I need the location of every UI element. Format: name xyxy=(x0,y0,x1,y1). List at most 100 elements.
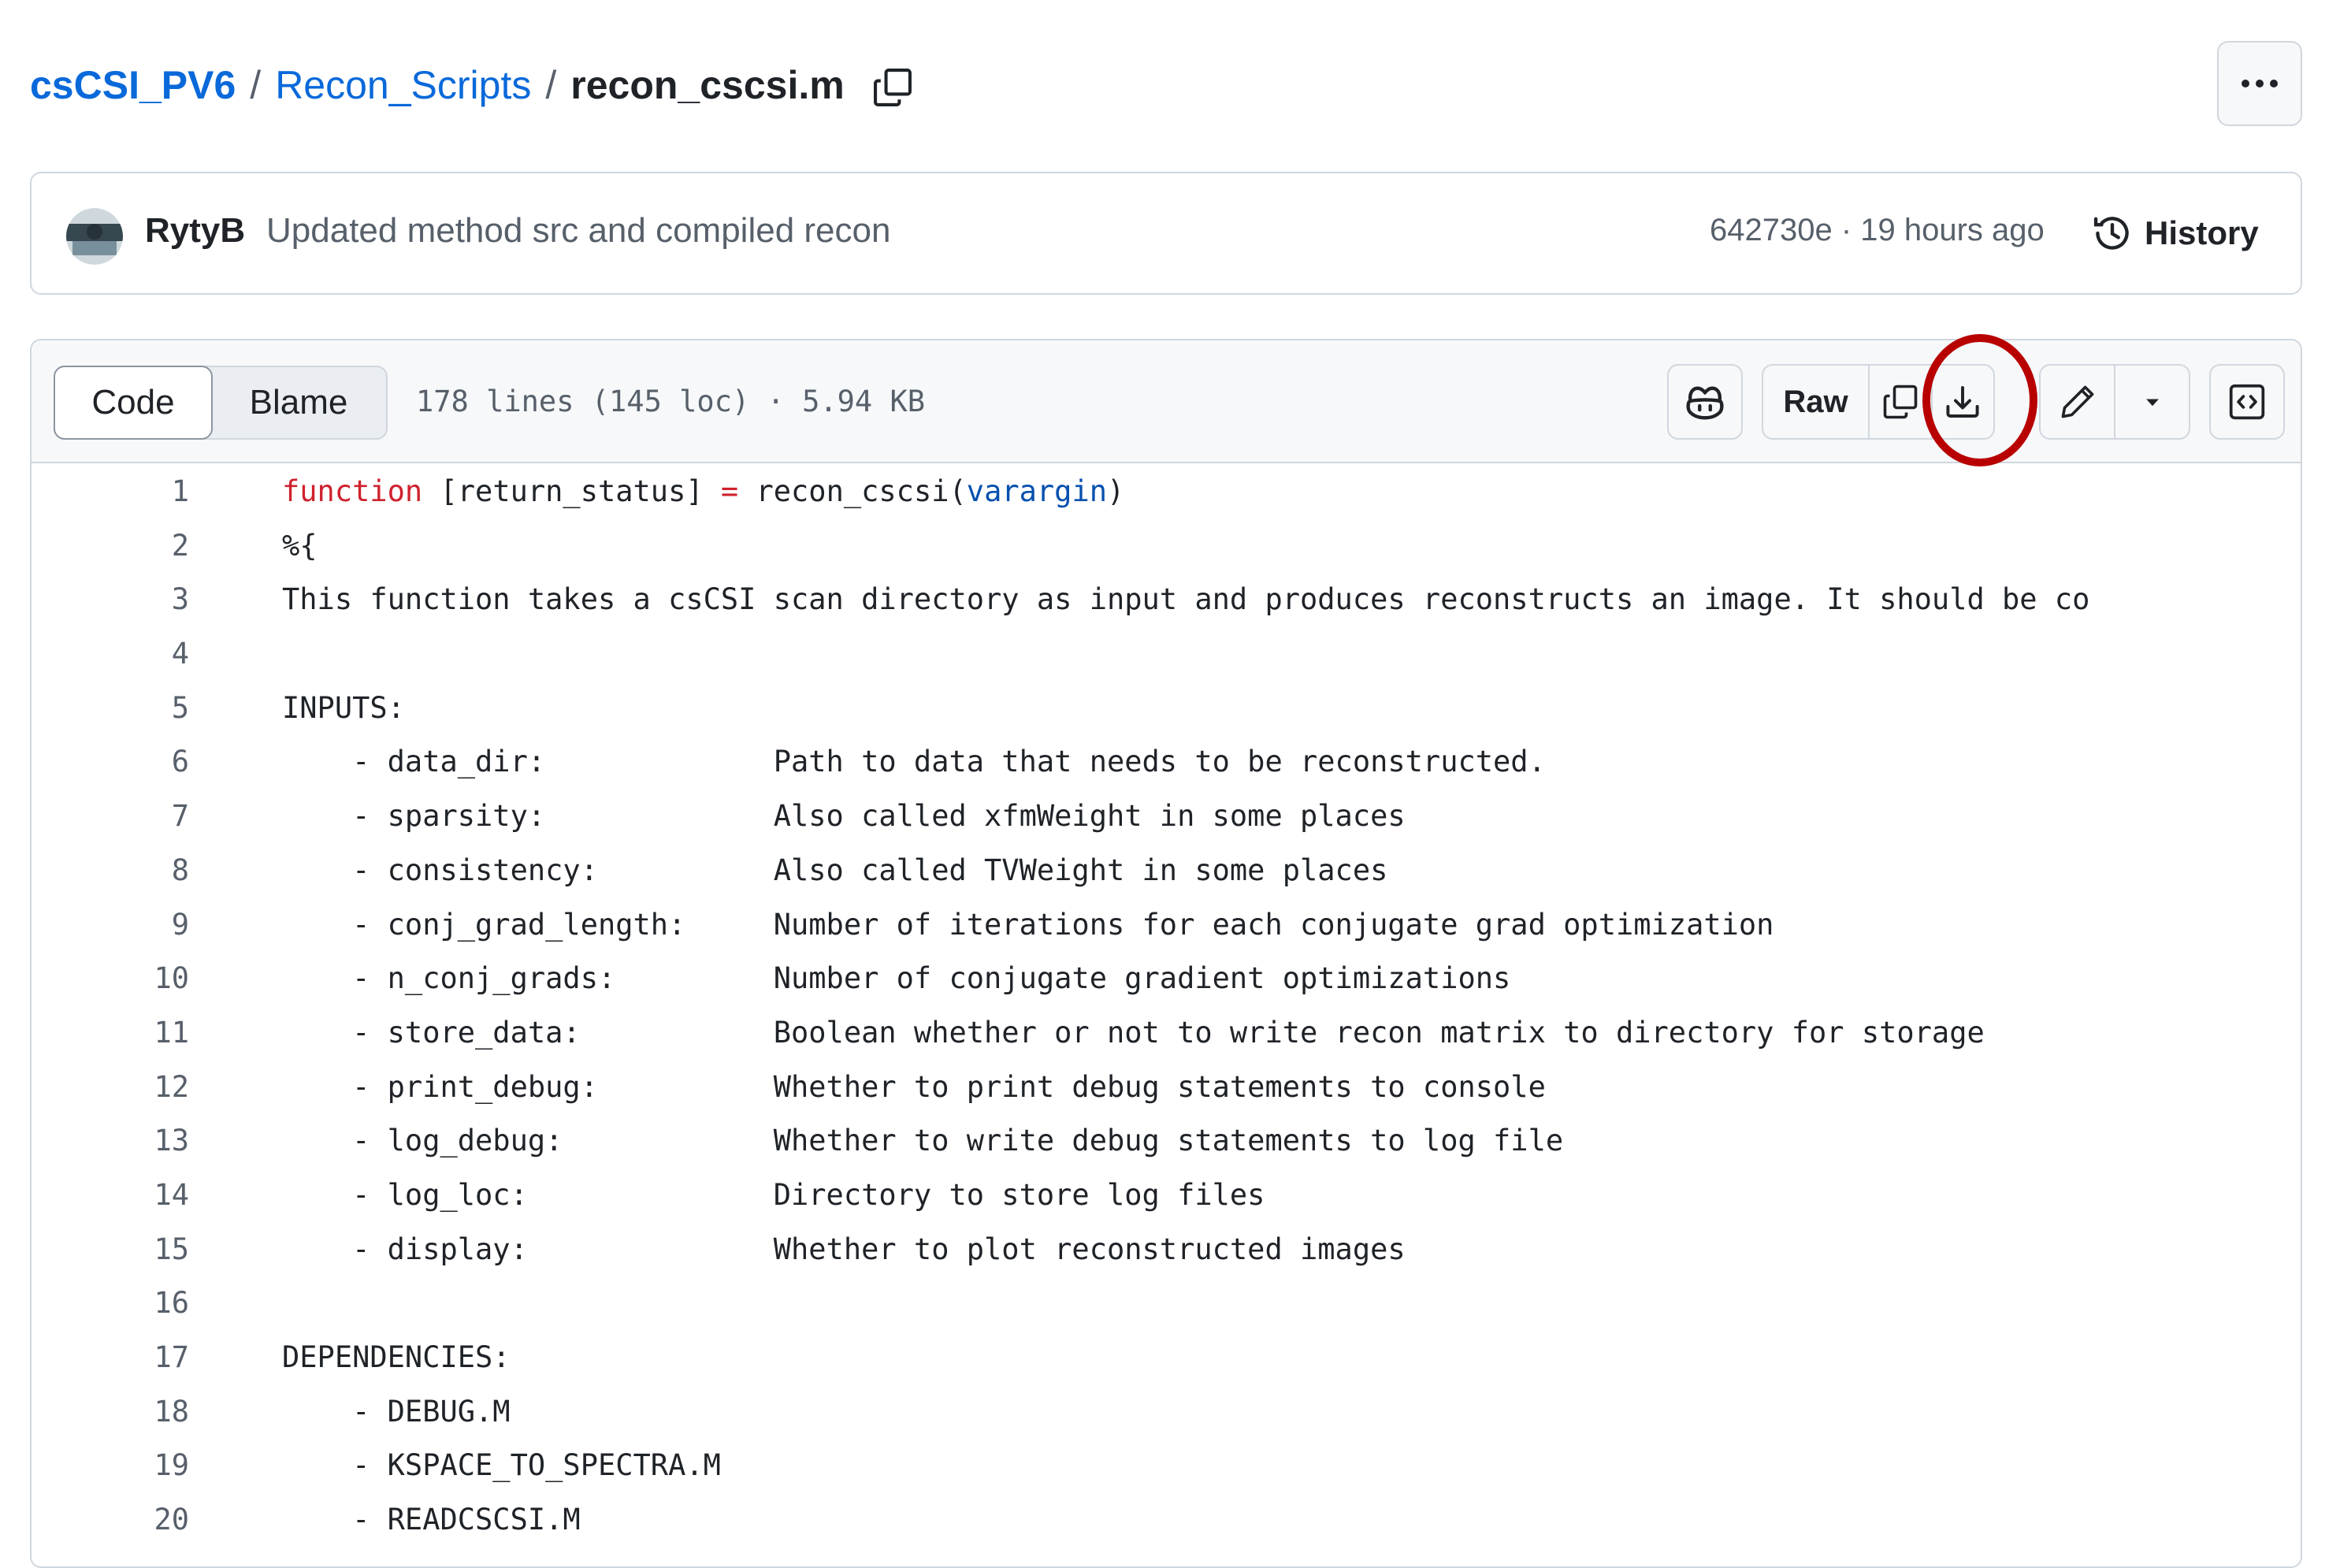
code-line: 18 - DEBUG.M xyxy=(32,1384,2301,1438)
code-line: 20 - READCSCSI.M xyxy=(32,1492,2301,1546)
code-token: recon_cscsi( xyxy=(738,474,967,508)
code-line: 13 - log_debug: Whether to write debug s… xyxy=(32,1113,2301,1167)
triangle-down-icon xyxy=(2145,399,2159,407)
symbols-panel-button[interactable] xyxy=(2209,364,2285,440)
kebab-horizontal-icon xyxy=(2242,80,2278,87)
breadcrumb-folder-link[interactable]: Recon_Scripts xyxy=(275,62,531,108)
avatar-image xyxy=(66,208,123,265)
line-number[interactable]: 7 xyxy=(32,799,189,833)
line-content: - KSPACE_TO_SPECTRA.M xyxy=(282,1448,721,1483)
file-info: 178 lines (145 loc) · 5.94 KB xyxy=(416,385,926,418)
code-line: 3 This function takes a csCSI scan direct… xyxy=(32,571,2301,626)
commit-meta[interactable]: 642730e · 19 hours ago xyxy=(1710,213,2045,248)
code-line: 4 xyxy=(32,626,2301,680)
edit-file-button[interactable] xyxy=(2041,366,2114,438)
line-number[interactable]: 18 xyxy=(32,1395,189,1429)
line-content: - data_dir: Path to data that needs to b… xyxy=(282,745,1546,779)
code-token: [return_status] xyxy=(422,474,721,508)
breadcrumb-repo-link[interactable]: csCSI_PV6 xyxy=(30,62,236,108)
code-line: 12 - print_debug: Whether to print debug… xyxy=(32,1059,2301,1113)
line-number[interactable]: 16 xyxy=(32,1286,189,1320)
builtin-varargin: varargin xyxy=(966,474,1108,508)
line-number[interactable]: 19 xyxy=(32,1448,189,1482)
code-line: 19 - KSPACE_TO_SPECTRA.M xyxy=(32,1437,2301,1492)
tab-code[interactable]: Code xyxy=(54,366,213,440)
code-line: 1 function [return_status] = recon_cscsi… xyxy=(32,463,2301,518)
avatar[interactable] xyxy=(66,208,123,265)
download-icon xyxy=(1946,386,1979,418)
edit-dropdown-button[interactable] xyxy=(2114,366,2189,438)
line-number[interactable]: 5 xyxy=(32,691,189,725)
code-token: ) xyxy=(1107,474,1125,508)
edit-button-group xyxy=(2039,364,2190,440)
code-line: 17 DEPENDENCIES: xyxy=(32,1329,2301,1384)
breadcrumb-separator: / xyxy=(545,63,557,107)
code-line: 9 - conj_grad_length: Number of iteratio… xyxy=(32,897,2301,951)
operator-token: = xyxy=(720,474,739,508)
code-line: 2 %{ xyxy=(32,518,2301,572)
line-content: - store_data: Boolean whether or not to … xyxy=(282,1015,1985,1050)
tab-blame[interactable]: Blame xyxy=(211,367,386,438)
copy-raw-button[interactable] xyxy=(1870,366,1930,438)
copilot-button[interactable] xyxy=(1667,364,1743,440)
history-button[interactable]: History xyxy=(2091,200,2259,266)
raw-button[interactable]: Raw xyxy=(1763,366,1870,438)
code-line: 16 xyxy=(32,1275,2301,1329)
line-content: - print_debug: Whether to print debug st… xyxy=(282,1069,1546,1104)
code-line: 14 - log_loc: Directory to store log fil… xyxy=(32,1167,2301,1221)
line-content: function [return_status] = recon_cscsi(v… xyxy=(282,474,2141,508)
line-number[interactable]: 9 xyxy=(32,908,189,942)
code-line: 5 INPUTS: xyxy=(32,680,2301,734)
file-header: Code Blame 178 lines (145 loc) · 5.94 KB… xyxy=(32,340,2301,463)
code-line: 15 - display: Whether to plot reconstruc… xyxy=(32,1221,2301,1276)
line-number[interactable]: 6 xyxy=(32,745,189,778)
line-number[interactable]: 3 xyxy=(32,582,189,616)
line-number[interactable]: 15 xyxy=(32,1232,189,1266)
line-content: - conj_grad_length: Number of iterations… xyxy=(282,907,1774,942)
pencil-icon xyxy=(2061,385,2093,418)
history-label: History xyxy=(2145,214,2259,251)
breadcrumb-separator: / xyxy=(250,63,262,107)
line-content: - sparsity: Also called xfmWeight in som… xyxy=(282,799,1406,834)
latest-commit-box: RytyB Updated method src and compiled re… xyxy=(30,172,2302,295)
code-line: 7 - sparsity: Also called xfmWeight in s… xyxy=(32,788,2301,842)
line-content: This function takes a csCSI scan directo… xyxy=(282,582,2090,617)
download-raw-button[interactable] xyxy=(1930,366,1993,438)
line-content: - DEBUG.M xyxy=(282,1394,511,1429)
breadcrumb: csCSI_PV6 / Recon_Scripts / recon_cscsi.… xyxy=(30,57,845,113)
line-content: - display: Whether to plot reconstructed… xyxy=(282,1232,1406,1266)
line-number[interactable]: 1 xyxy=(32,474,189,508)
line-number[interactable]: 8 xyxy=(32,853,189,887)
code-line: 10 - n_conj_grads: Number of conjugate g… xyxy=(32,950,2301,1005)
line-number[interactable]: 4 xyxy=(32,637,189,671)
line-number[interactable]: 2 xyxy=(32,529,189,563)
code-line: 8 - consistency: Also called TVWeight in… xyxy=(32,842,2301,897)
line-content: - consistency: Also called TVWeight in s… xyxy=(282,853,1388,887)
code-line: 11 - store_data: Boolean whether or not … xyxy=(32,1005,2301,1059)
copy-icon xyxy=(874,69,912,106)
commit-message[interactable]: Updated method src and compiled recon xyxy=(266,211,890,251)
breadcrumb-file-name: recon_cscsi.m xyxy=(570,63,845,107)
copy-path-button[interactable] xyxy=(867,61,919,113)
raw-button-group: Raw xyxy=(1762,364,1995,440)
commit-author[interactable]: RytyB xyxy=(145,211,245,251)
code-view: 1 function [return_status] = recon_cscsi… xyxy=(32,463,2301,1546)
line-content: DEPENDENCIES: xyxy=(282,1340,511,1374)
keyword-function: function xyxy=(282,474,423,508)
line-content: - log_debug: Whether to write debug stat… xyxy=(282,1124,1564,1158)
line-number[interactable]: 13 xyxy=(32,1124,189,1157)
line-number[interactable]: 14 xyxy=(32,1178,189,1212)
code-square-icon xyxy=(2229,384,2265,420)
line-number[interactable]: 11 xyxy=(32,1016,189,1050)
more-options-button[interactable] xyxy=(2217,41,2302,126)
code-line: 6 - data_dir: Path to data that needs to… xyxy=(32,734,2301,788)
line-number[interactable]: 17 xyxy=(32,1340,189,1374)
view-toggle: Code Blame xyxy=(54,366,388,440)
line-number[interactable]: 20 xyxy=(32,1503,189,1536)
line-number[interactable]: 10 xyxy=(32,961,189,995)
line-content: - log_loc: Directory to store log files xyxy=(282,1177,1265,1212)
line-content: - n_conj_grads: Number of conjugate grad… xyxy=(282,961,1511,996)
line-content: %{ xyxy=(282,528,318,563)
line-content: - READCSCSI.M xyxy=(282,1503,581,1537)
line-number[interactable]: 12 xyxy=(32,1070,189,1104)
